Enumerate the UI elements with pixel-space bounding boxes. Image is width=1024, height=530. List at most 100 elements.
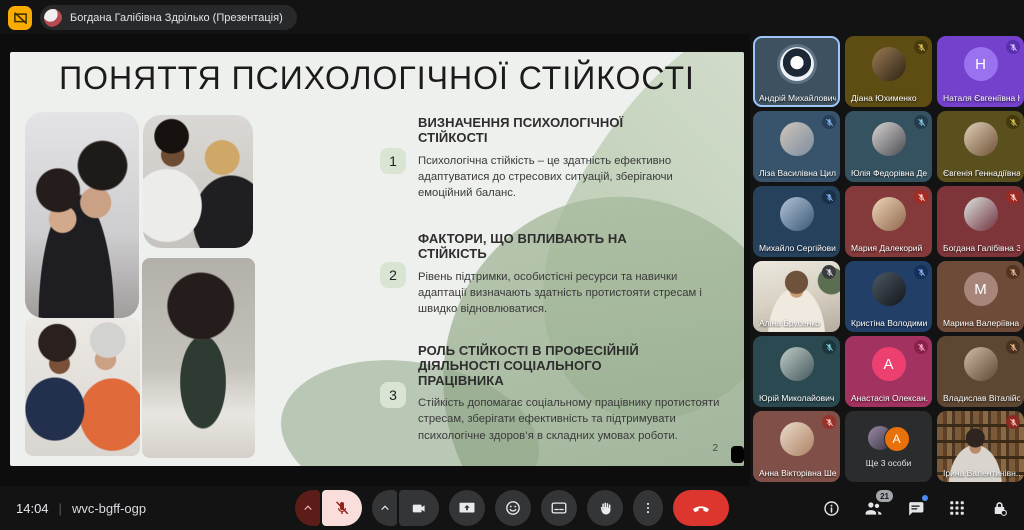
participant-tile[interactable]: А Анастасія Олексан...: [845, 336, 932, 407]
participant-tile[interactable]: Кристіна Володими...: [845, 261, 932, 332]
activities-button[interactable]: [946, 497, 968, 519]
mic-mute-button[interactable]: [322, 490, 362, 526]
lock-icon: [990, 499, 1009, 518]
camera-options-button[interactable]: [372, 490, 397, 526]
presenter-avatar: [44, 9, 62, 27]
participant-tile-video[interactable]: Ірина Валентинівн...: [937, 411, 1024, 482]
slide-section-1: 1 ВИЗНАЧЕННЯ ПСИХОЛОГІЧНОЇ СТІЙКОСТІ Пси…: [380, 116, 725, 201]
participant-tile[interactable]: Юрій Миколайович ...: [753, 336, 840, 407]
participant-name: Марина Валеріївна ...: [943, 318, 1020, 328]
mic-off-icon: [1006, 115, 1020, 129]
participant-tile[interactable]: Михайло Сергійови...: [753, 186, 840, 257]
participant-tile[interactable]: Мария Далекорий: [845, 186, 932, 257]
end-call-button[interactable]: [673, 490, 729, 526]
participant-tile-video[interactable]: Аліна Брусенко: [753, 261, 840, 332]
panel-controls: 21: [820, 486, 1010, 530]
mic-off-icon: [914, 115, 928, 129]
participant-name: Юрій Миколайович ...: [759, 393, 836, 403]
avatar: [780, 197, 814, 231]
section-body: Рівень підтримки, особистісні ресурси та…: [418, 269, 725, 317]
mic-off-icon: [914, 265, 928, 279]
mic-off-icon: [1006, 415, 1020, 429]
section-number: 1: [380, 148, 406, 174]
stacked-avatars: A: [868, 426, 910, 452]
divider: |: [59, 501, 62, 516]
camera-toggle-button[interactable]: [399, 490, 439, 526]
raise-hand-button[interactable]: [587, 490, 623, 526]
present-screen-button[interactable]: [449, 490, 485, 526]
meeting-info: 14:04 | wvc-bgff-ogp: [16, 486, 146, 530]
participant-tile[interactable]: Анна Вікторівна Ше...: [753, 411, 840, 482]
section-number: 3: [380, 382, 406, 408]
participant-name: Михайло Сергійови...: [759, 243, 836, 253]
participant-name: Юлія Федорівна Де...: [851, 168, 928, 178]
camera-control-group: [372, 490, 439, 526]
bottom-bar: 14:04 | wvc-bgff-ogp: [0, 486, 1024, 530]
chat-unread-dot: [922, 495, 928, 501]
mic-off-icon: [1006, 40, 1020, 54]
participant-tile[interactable]: Н Наталя Євгеніївна Н...: [937, 36, 1024, 107]
end-call-icon: [691, 498, 711, 518]
avatar: [872, 122, 906, 156]
participant-tile[interactable]: Богдана Галібівна З...: [937, 186, 1024, 257]
avatar: [780, 47, 814, 81]
avatar: [872, 197, 906, 231]
chat-button[interactable]: [904, 497, 926, 519]
reactions-button[interactable]: [495, 490, 531, 526]
participant-name: Кристіна Володими...: [851, 318, 928, 328]
participant-tile[interactable]: Владислав Віталійо...: [937, 336, 1024, 407]
section-heading: РОЛЬ СТІЙКОСТІ В ПРОФЕСІЙНІЙ ДІЯЛЬНОСТІ …: [418, 344, 670, 388]
presentation-off-button[interactable]: [8, 6, 32, 30]
slide-page-number: 2: [712, 443, 718, 454]
participant-tile[interactable]: Ліза Василівна Цил...: [753, 111, 840, 182]
participant-name: Богдана Галібівна З...: [943, 243, 1020, 253]
participant-name: Наталя Євгеніївна Н...: [943, 93, 1020, 103]
photo-arguing-couple: [143, 115, 253, 248]
participant-tile[interactable]: Євгенія Геннадіївна...: [937, 111, 1024, 182]
avatar: [964, 197, 998, 231]
participant-tile[interactable]: Юлія Федорівна Де...: [845, 111, 932, 182]
mic-off-icon: [822, 190, 836, 204]
apps-grid-icon: [948, 499, 966, 517]
participant-name: Мария Далекорий: [851, 243, 928, 253]
presentation-off-icon: [13, 11, 28, 26]
participant-name: Аліна Брусенко: [759, 318, 836, 328]
host-controls-button[interactable]: [988, 497, 1010, 519]
people-button[interactable]: 21: [862, 497, 884, 519]
participant-name: Ліза Василівна Цил...: [759, 168, 836, 178]
avatar: [780, 422, 814, 456]
participant-tile[interactable]: Діана Юхименко: [845, 36, 932, 107]
mic-options-button[interactable]: [295, 490, 320, 526]
mic-off-icon: [914, 40, 928, 54]
mic-off-icon: [822, 415, 836, 429]
mic-off-icon: [914, 340, 928, 354]
participant-tile[interactable]: М Марина Валеріївна ...: [937, 261, 1024, 332]
captions-button[interactable]: [541, 490, 577, 526]
participant-name: Діана Юхименко: [851, 93, 928, 103]
camera-icon: [411, 500, 428, 517]
presentation-stage[interactable]: ПОНЯТТЯ ПСИХОЛОГІЧНОЇ СТІЙКОСТІ 1 ВИЗНАЧ…: [0, 34, 750, 486]
smiley-icon: [504, 499, 522, 517]
participant-name: Євгенія Геннадіївна...: [943, 168, 1020, 178]
avatar: Н: [964, 47, 998, 81]
participant-count-badge: 21: [876, 490, 893, 502]
mic-off-icon: [1006, 265, 1020, 279]
avatar: [872, 47, 906, 81]
photo-woman-at-laptop: [142, 258, 255, 458]
stage-corner-handle: [731, 446, 744, 463]
more-participants-tile[interactable]: A Ще 3 особи: [845, 411, 932, 482]
participant-tile[interactable]: Андрій Михайлович...: [753, 36, 840, 107]
section-heading: ВИЗНАЧЕННЯ ПСИХОЛОГІЧНОЇ СТІЙКОСТІ: [418, 116, 670, 146]
mic-off-icon: [1006, 190, 1020, 204]
avatar: [964, 347, 998, 381]
participant-name: Андрій Михайлович...: [759, 93, 836, 103]
avatar: [872, 272, 906, 306]
slide-title: ПОНЯТТЯ ПСИХОЛОГІЧНОЇ СТІЙКОСТІ: [10, 60, 744, 97]
section-number: 2: [380, 262, 406, 288]
presenter-pill[interactable]: Богдана Галібівна Здрілько (Презентація): [40, 5, 297, 30]
info-icon: [822, 499, 841, 518]
more-options-button[interactable]: [633, 490, 663, 526]
section-body: Стійкість допомагає соціальному працівни…: [418, 395, 725, 443]
info-button[interactable]: [820, 497, 842, 519]
participant-name: Анастасія Олексан...: [851, 393, 928, 403]
